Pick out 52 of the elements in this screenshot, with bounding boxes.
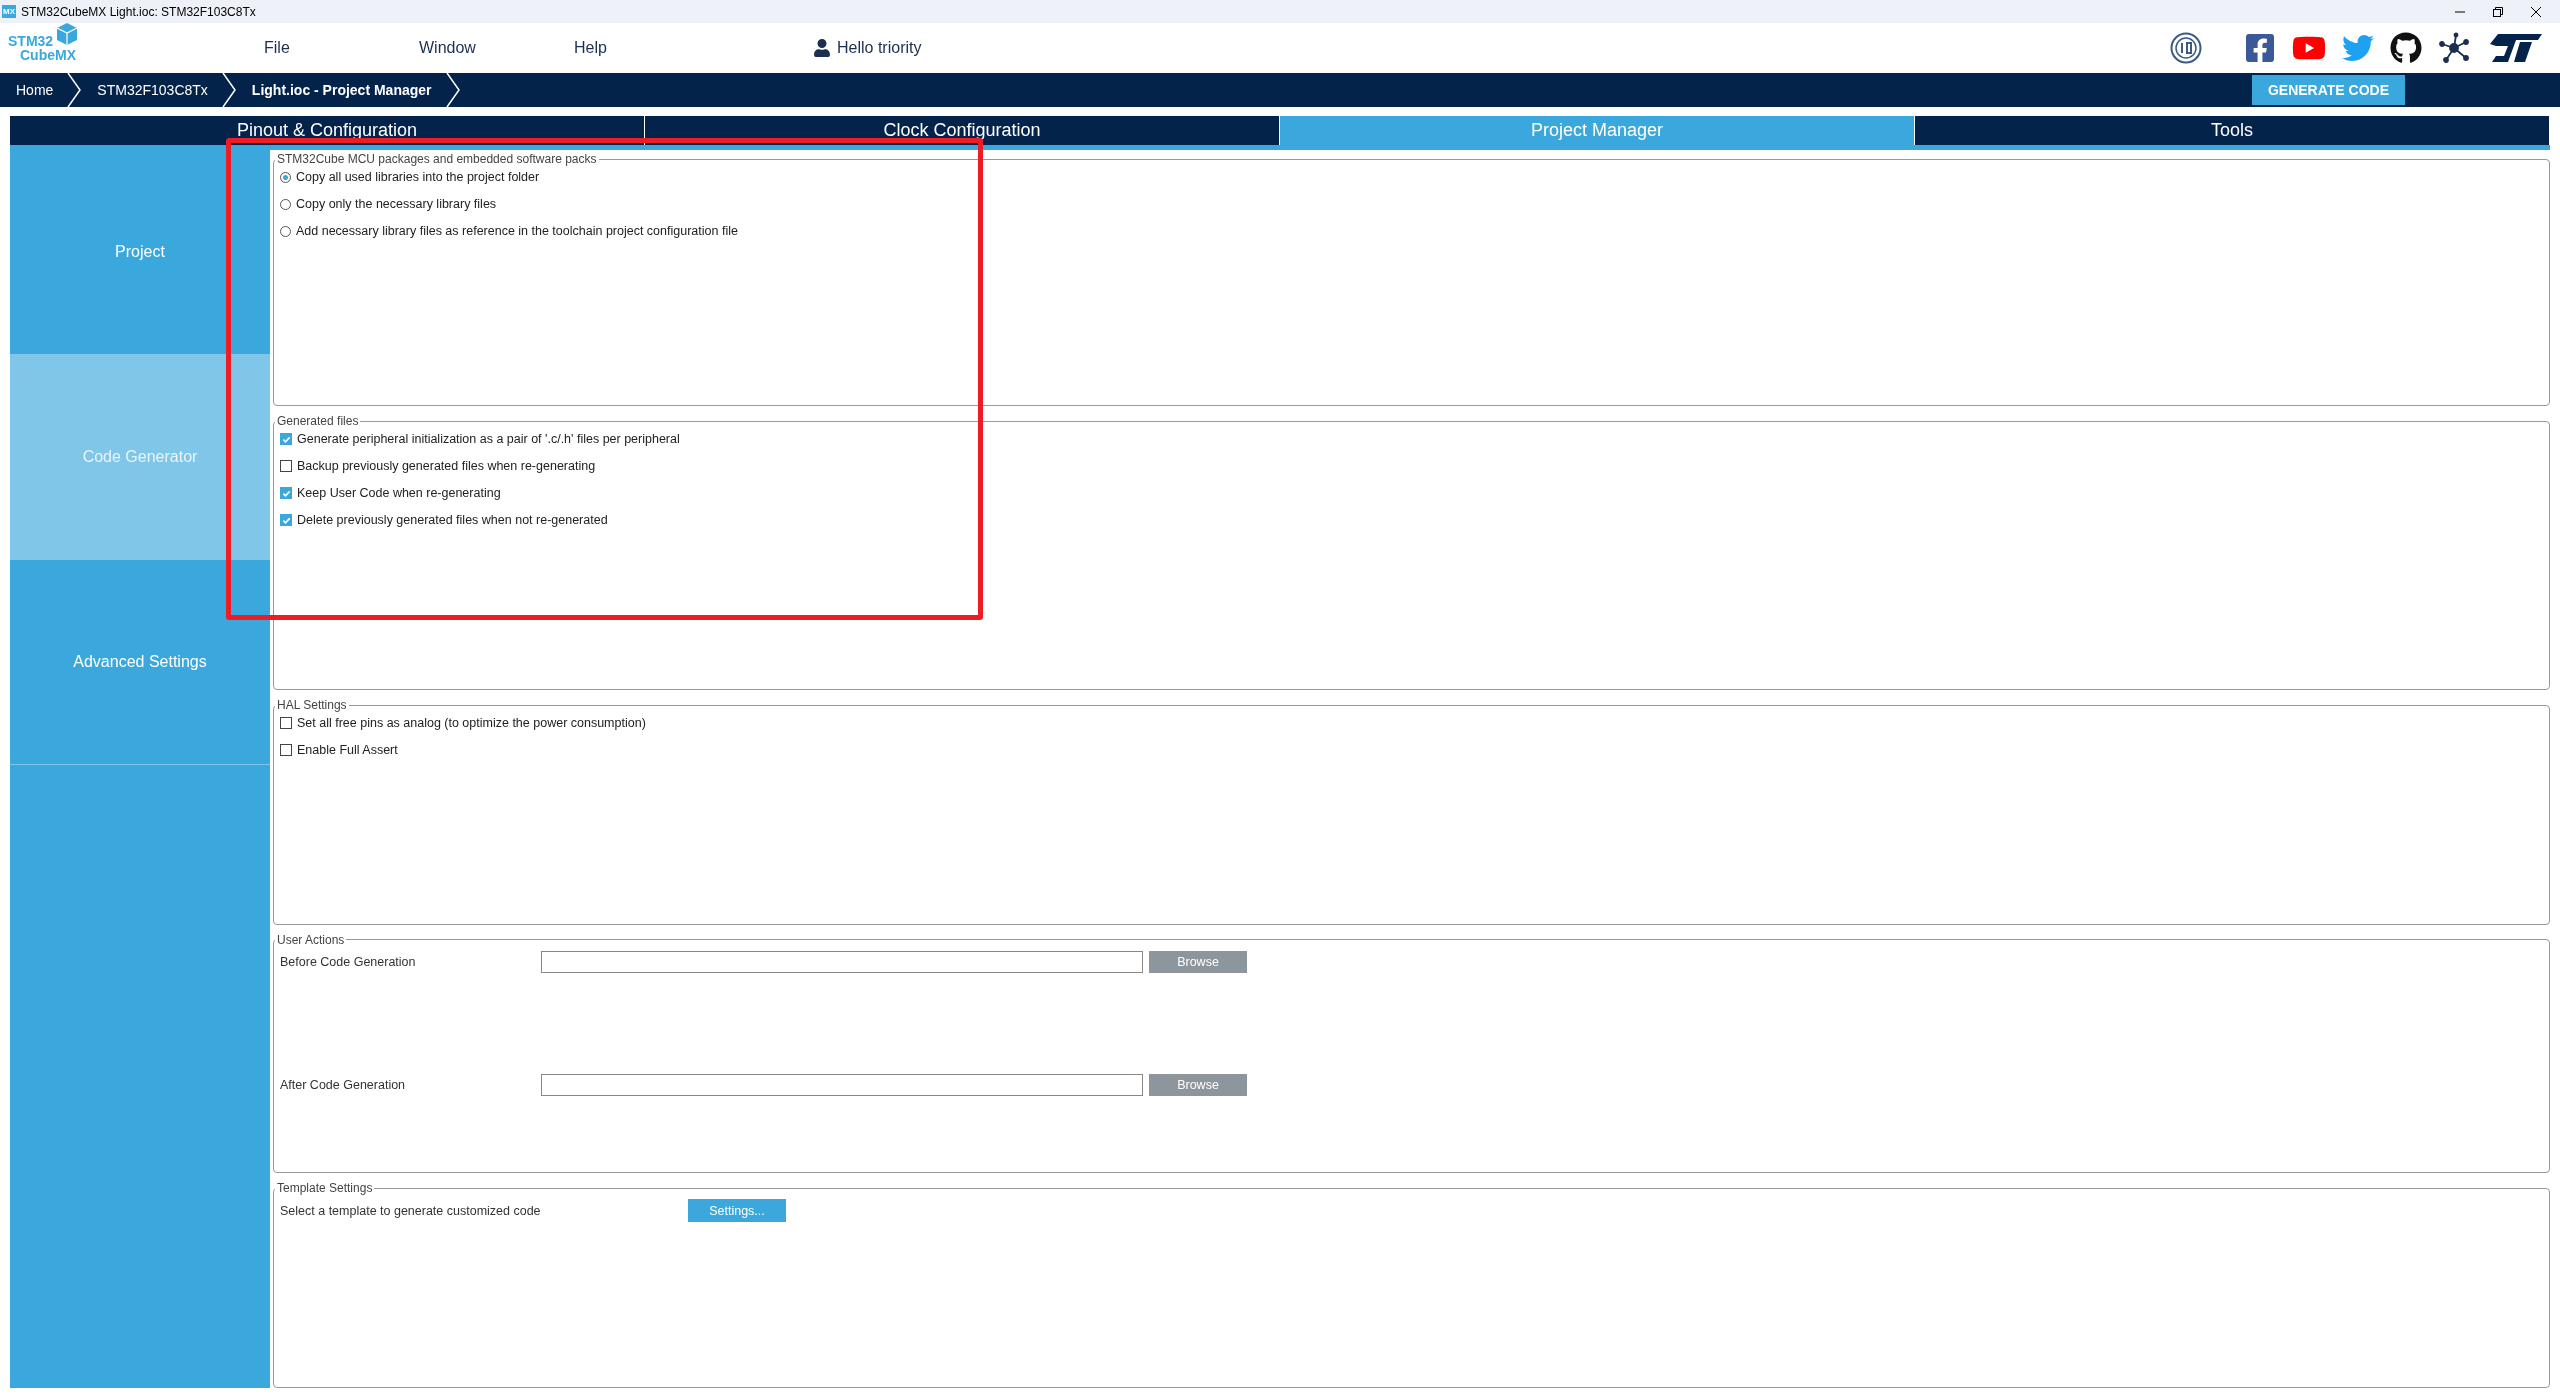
option-label: Keep User Code when re-generating bbox=[297, 486, 501, 501]
input-field[interactable] bbox=[541, 950, 1143, 973]
checkbox[interactable] bbox=[280, 460, 292, 473]
logo-text: CubeMX bbox=[19, 48, 76, 62]
group-title: HAL Settings bbox=[276, 698, 348, 713]
input-field[interactable] bbox=[541, 1073, 1143, 1096]
cube-icon bbox=[56, 22, 78, 46]
badge-icon[interactable] bbox=[2170, 32, 2202, 64]
facebook-icon[interactable] bbox=[2244, 32, 2276, 64]
option-label: Set all free pins as analog (to optimize the power consumption) bbox=[297, 716, 646, 731]
network-icon[interactable] bbox=[2438, 32, 2470, 64]
checkbox[interactable] bbox=[280, 717, 292, 730]
chevron-icon bbox=[445, 73, 460, 107]
radio-button[interactable] bbox=[280, 225, 291, 237]
user-greeting[interactable]: Hello triority bbox=[837, 39, 922, 57]
group-title: Template Settings bbox=[276, 1181, 374, 1196]
menu-item[interactable]: Window bbox=[413, 38, 568, 58]
option-label: Copy all used libraries into the project folder bbox=[296, 170, 540, 184]
checkbox[interactable] bbox=[280, 487, 292, 500]
group-title: Generated files bbox=[276, 414, 360, 429]
option-label: Generate peripheral initialization as a pair of '.c/.h' files per peripheral bbox=[297, 432, 680, 447]
field-label: Before Code Generation bbox=[280, 954, 417, 969]
restore-icon[interactable] bbox=[2492, 5, 2504, 18]
user-icon bbox=[813, 39, 831, 57]
field-label: Select a template to generate customized code bbox=[280, 1203, 542, 1218]
option-label: Add necessary library files as reference in the toolchain project configuration file bbox=[296, 224, 738, 238]
window-title: STM32CubeMX Light.ioc: STM32F103C8Tx bbox=[21, 4, 256, 19]
option-label: Copy only the necessary library files bbox=[296, 197, 497, 211]
close-icon[interactable] bbox=[2530, 5, 2542, 18]
option-label: Backup previously generated files when re-generating bbox=[297, 459, 596, 474]
checkbox[interactable] bbox=[280, 433, 292, 446]
option-label: Enable Full Assert bbox=[297, 743, 398, 758]
tab[interactable]: Tools bbox=[1915, 116, 2550, 145]
chevron-icon bbox=[221, 73, 236, 107]
menu-item[interactable]: Help bbox=[568, 38, 723, 58]
field-label: After Code Generation bbox=[280, 1077, 407, 1092]
github-icon[interactable] bbox=[2390, 32, 2422, 64]
chevron-icon bbox=[67, 73, 82, 107]
group-title: User Actions bbox=[276, 932, 346, 947]
radio-button[interactable] bbox=[280, 198, 291, 210]
radio-button[interactable] bbox=[280, 171, 291, 183]
breadcrumb-item[interactable]: Home bbox=[0, 73, 68, 107]
logo-text: STM32 bbox=[8, 34, 54, 48]
group-title: STM32Cube MCU packages and embedded software packs bbox=[276, 152, 598, 166]
breadcrumb-item[interactable]: Light.ioc - Project Manager bbox=[235, 73, 446, 107]
checkbox[interactable] bbox=[280, 744, 292, 757]
twitter-icon[interactable] bbox=[2342, 32, 2374, 64]
breadcrumb-item[interactable]: STM32F103C8Tx bbox=[81, 73, 222, 107]
checkbox[interactable] bbox=[280, 514, 292, 527]
menu-item[interactable]: File bbox=[258, 38, 413, 58]
app-icon: MX bbox=[2, 5, 16, 18]
option-label: Delete previously generated files when not re-generated bbox=[297, 513, 608, 528]
